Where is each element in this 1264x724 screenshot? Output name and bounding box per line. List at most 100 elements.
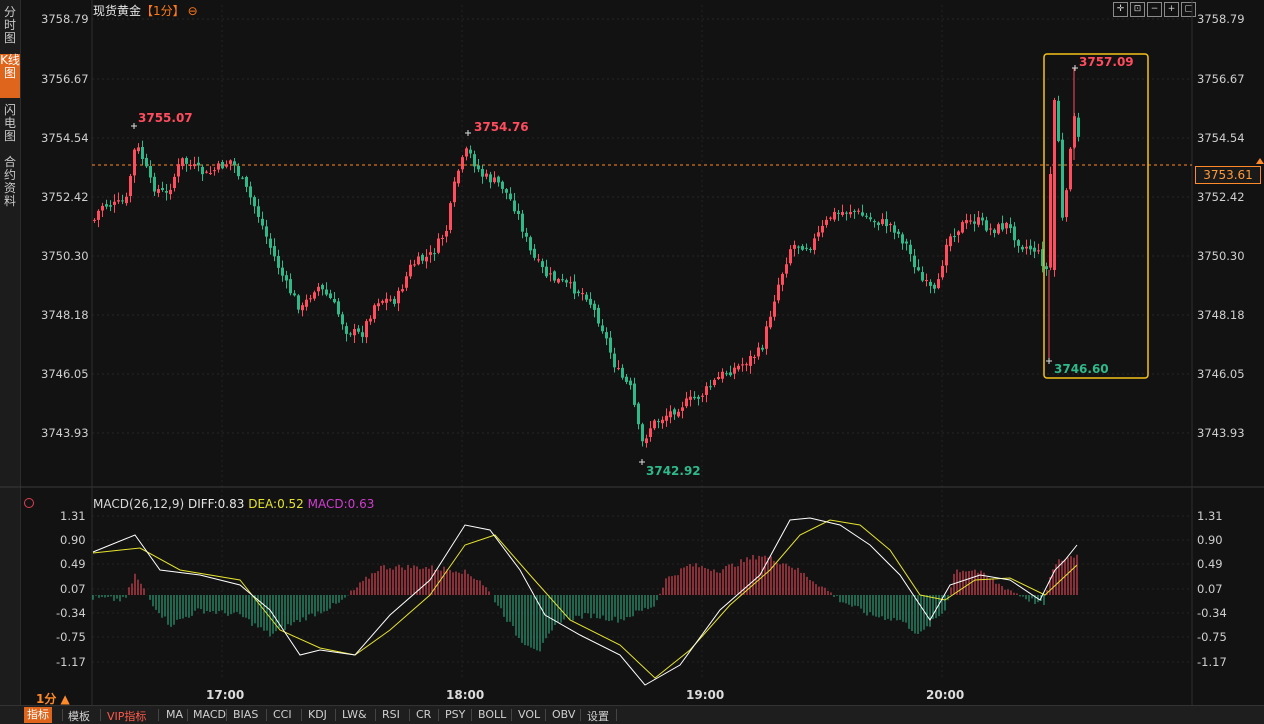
candle xyxy=(265,226,268,237)
candle xyxy=(933,284,936,289)
candle xyxy=(801,246,804,250)
candle xyxy=(569,282,572,284)
candle xyxy=(949,236,952,247)
candle xyxy=(537,259,540,261)
candle xyxy=(885,219,888,227)
candle xyxy=(313,292,316,299)
candle xyxy=(857,210,860,212)
candle xyxy=(809,248,812,250)
candle xyxy=(185,158,188,164)
candle xyxy=(249,186,252,198)
candle xyxy=(233,161,236,166)
candle xyxy=(689,396,692,400)
candle xyxy=(133,149,136,176)
chart-canvas[interactable]: 3755.07 3754.76 3742.92 3757.09 3746.60 xyxy=(0,0,1264,705)
candle xyxy=(425,256,428,262)
tab-bias[interactable]: BIAS xyxy=(233,708,258,721)
tab-vol[interactable]: VOL xyxy=(518,708,540,721)
candle xyxy=(969,220,972,222)
candle xyxy=(781,274,784,285)
candle xyxy=(289,279,292,294)
candle xyxy=(457,170,460,184)
candle xyxy=(897,231,900,234)
candle xyxy=(921,272,924,281)
candle xyxy=(1053,100,1056,270)
candle xyxy=(1001,223,1004,230)
candle xyxy=(481,169,484,177)
candle xyxy=(713,379,716,386)
candle xyxy=(245,176,248,187)
candle xyxy=(121,200,124,202)
candle xyxy=(1057,100,1060,141)
candle xyxy=(269,238,272,248)
candle xyxy=(461,157,464,170)
tab-boll[interactable]: BOLL xyxy=(478,708,506,721)
candle xyxy=(153,176,156,192)
candle xyxy=(1077,117,1080,137)
candle xyxy=(393,298,396,304)
candle xyxy=(661,419,664,424)
candle xyxy=(621,367,624,378)
candle xyxy=(453,181,456,203)
candle xyxy=(169,189,172,195)
tab-cr[interactable]: CR xyxy=(416,708,431,721)
candle xyxy=(381,301,384,303)
candle xyxy=(965,220,968,224)
tab-template[interactable]: 模板 xyxy=(68,708,90,724)
tab-lw[interactable]: LW& xyxy=(342,708,367,721)
candle xyxy=(465,148,468,157)
candle xyxy=(677,411,680,417)
candle xyxy=(205,171,208,173)
candle xyxy=(649,428,652,437)
tab-indicators[interactable]: 指标 xyxy=(24,707,52,723)
candle xyxy=(377,303,380,307)
candle xyxy=(201,166,204,175)
candle xyxy=(665,415,668,421)
candle xyxy=(997,224,1000,234)
tab-psy[interactable]: PSY xyxy=(445,708,465,721)
candle xyxy=(945,244,948,266)
candle xyxy=(645,438,648,444)
candle xyxy=(749,356,752,366)
candle xyxy=(445,230,448,237)
tab-kdj[interactable]: KDJ xyxy=(308,708,327,721)
candle xyxy=(737,365,740,370)
candle xyxy=(745,364,748,366)
tab-rsi[interactable]: RSI xyxy=(382,708,400,721)
candle xyxy=(573,281,576,294)
candle xyxy=(761,347,764,350)
candle xyxy=(197,162,200,166)
candle xyxy=(1045,266,1048,270)
candle xyxy=(1013,226,1016,241)
candle xyxy=(873,221,876,223)
candle xyxy=(625,376,628,382)
candle xyxy=(777,284,780,301)
candle xyxy=(629,380,632,386)
tab-settings[interactable]: 设置 xyxy=(587,708,609,724)
candle xyxy=(605,332,608,339)
candle xyxy=(113,201,116,205)
candle xyxy=(261,218,264,226)
candle xyxy=(345,326,348,334)
candle xyxy=(725,373,728,375)
tab-obv[interactable]: OBV xyxy=(552,708,575,721)
candle xyxy=(281,267,284,276)
candle xyxy=(285,275,288,281)
candle xyxy=(293,293,296,296)
candle xyxy=(401,289,404,292)
tab-vip-indicators[interactable]: VIP指标 xyxy=(107,708,146,724)
candle xyxy=(925,280,928,282)
candle xyxy=(181,158,184,166)
tab-cci[interactable]: CCI xyxy=(273,708,292,721)
candle xyxy=(421,254,424,261)
tab-ma[interactable]: MA xyxy=(166,708,183,721)
candle xyxy=(565,280,568,283)
candle xyxy=(825,219,828,225)
candle xyxy=(437,238,440,253)
candle xyxy=(793,244,796,249)
candle xyxy=(941,265,944,278)
candle xyxy=(317,286,320,292)
tab-macd[interactable]: MACD xyxy=(193,708,226,721)
candle xyxy=(521,213,524,232)
candle xyxy=(841,212,844,215)
